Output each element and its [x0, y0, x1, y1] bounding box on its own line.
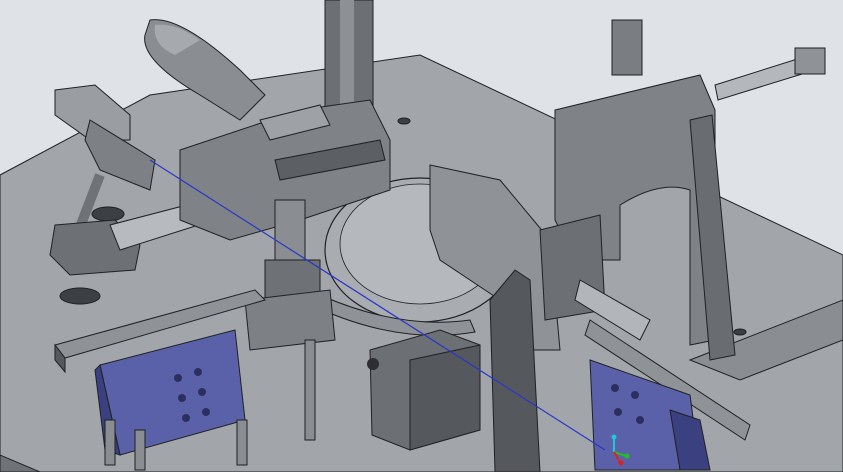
vertical-support-column	[324, 0, 374, 111]
top-right-cylinder	[611, 19, 826, 101]
gear-motor-box	[367, 329, 481, 451]
cad-viewport[interactable]	[0, 0, 843, 472]
model-canvas[interactable]	[0, 0, 843, 472]
